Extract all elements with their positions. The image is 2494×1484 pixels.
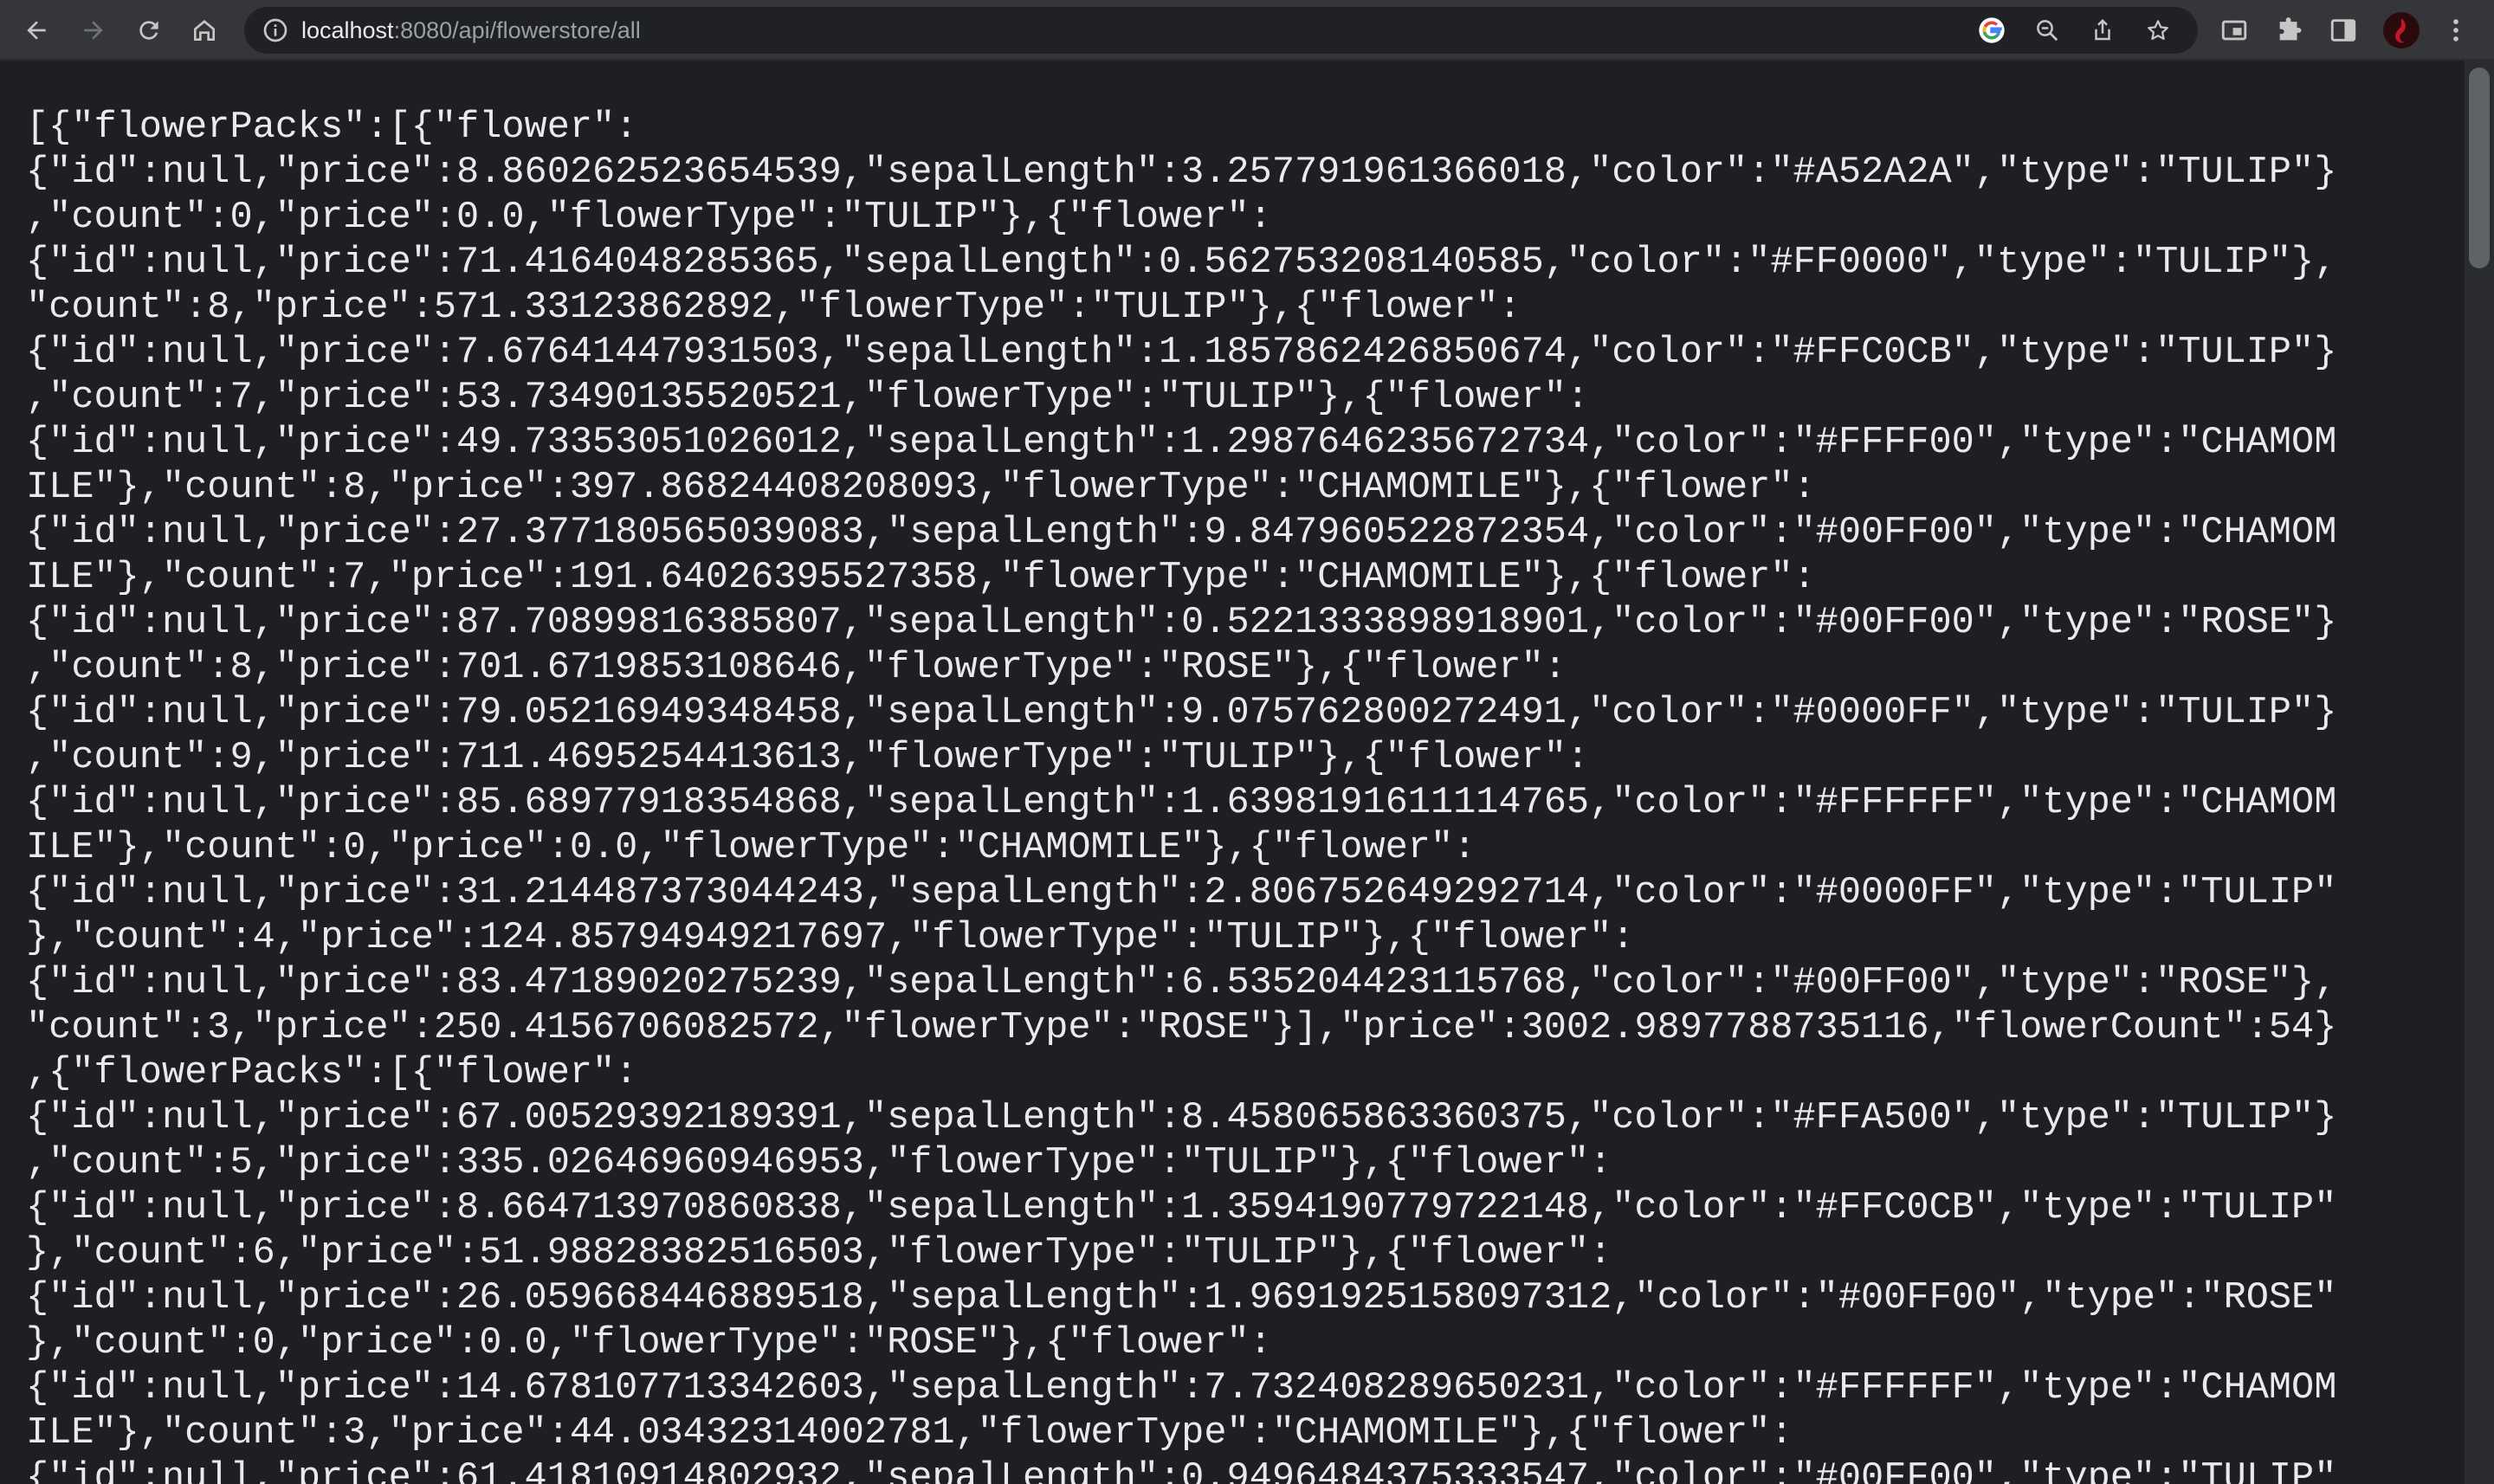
home-button[interactable] [184, 10, 225, 51]
json-line: {"id":null,"price":26.059668446889518,"s… [26, 1277, 2337, 1319]
profile-avatar-icon[interactable] [2383, 12, 2420, 48]
url-text[interactable]: localhost:8080/api/flowerstore/all [301, 7, 641, 54]
zoom-icon[interactable] [2033, 16, 2061, 44]
json-line: {"id":null,"price":7.67641447931503,"sep… [26, 332, 2337, 374]
json-line: ,"count":0,"price":0.0,"flowerType":"TUL… [26, 197, 1272, 239]
share-icon[interactable] [2089, 16, 2116, 44]
reload-icon [139, 21, 158, 40]
vertical-scrollbar[interactable] [2465, 61, 2494, 1484]
json-line: "count":8,"price":571.33123862892,"flowe… [26, 287, 1522, 329]
json-line: ILE"},"count":7,"price":191.640263955273… [26, 557, 1816, 599]
json-line: {"id":null,"price":27.377180565039083,"s… [26, 512, 2337, 554]
json-line: {"id":null,"price":61.41810914802932,"se… [26, 1457, 2337, 1484]
url-path: :8080/api/flowerstore/all [393, 17, 641, 43]
json-line: [{"flowerPacks":[{"flower": [26, 106, 638, 149]
page-content: [{"flowerPacks":[{"flower": {"id":null,"p… [0, 61, 2465, 1484]
json-line: {"id":null,"price":8.664713970860838,"se… [26, 1187, 2337, 1229]
json-line: {"id":null,"price":85.68977918354868,"se… [26, 782, 2337, 824]
scrollbar-thumb[interactable] [2469, 68, 2490, 268]
google-icon[interactable] [1978, 16, 2006, 44]
json-line: {"id":null,"price":83.47189020275239,"se… [26, 962, 2337, 1004]
json-response-text: [{"flowerPacks":[{"flower": {"id":null,"p… [26, 106, 2442, 1484]
browser-toolbar: localhost:8080/api/flowerstore/all [0, 0, 2494, 61]
info-circle-icon[interactable] [262, 16, 289, 44]
media-router-icon[interactable] [2219, 15, 2250, 46]
json-line: {"id":null,"price":71.4164048285365,"sep… [26, 242, 2337, 284]
reload-button[interactable] [128, 10, 170, 51]
json-line: {"id":null,"price":49.73353051026012,"se… [26, 422, 2337, 464]
json-line: ,"count":8,"price":701.6719853108646,"fl… [26, 647, 1567, 689]
extensions-puzzle-icon[interactable] [2274, 15, 2305, 46]
json-line: ILE"},"count":0,"price":0.0,"flowerType"… [26, 827, 1476, 869]
forward-button[interactable] [73, 10, 114, 51]
json-line: },"count":4,"price":124.85794949217697,"… [26, 917, 1635, 959]
json-line: ,"count":5,"price":335.02646960946953,"f… [26, 1142, 1612, 1184]
json-line: },"count":0,"price":0.0,"flowerType":"RO… [26, 1322, 1272, 1365]
json-line: {"id":null,"price":67.00529392189391,"se… [26, 1097, 2337, 1139]
json-line: ,{"flowerPacks":[{"flower": [26, 1052, 638, 1094]
arrow-right-icon [84, 21, 103, 40]
address-bar[interactable]: localhost:8080/api/flowerstore/all [244, 7, 2198, 54]
json-line: ,"count":9,"price":711.4695254413613,"fl… [26, 737, 1590, 779]
json-line: {"id":null,"price":14.678107713342603,"s… [26, 1367, 2337, 1410]
kebab-menu-icon[interactable] [2440, 15, 2471, 46]
json-line: {"id":null,"price":87.70899816385807,"se… [26, 602, 2337, 644]
json-line: ,"count":7,"price":53.73490135520521,"fl… [26, 377, 1590, 419]
json-line: },"count":6,"price":51.98828382516503,"f… [26, 1232, 1612, 1274]
json-line: {"id":null,"price":8.860262523654539,"se… [26, 152, 2337, 194]
bookmark-star-icon[interactable] [2144, 16, 2172, 44]
home-icon [194, 20, 215, 41]
side-panel-icon[interactable] [2328, 15, 2359, 46]
json-line: ILE"},"count":3,"price":44.0343231400278… [26, 1412, 1793, 1455]
url-host: localhost [301, 17, 394, 43]
json-line: {"id":null,"price":79.05216949348458,"se… [26, 692, 2337, 734]
back-button[interactable] [16, 10, 57, 51]
json-line: "count":3,"price":250.4156706082572,"flo… [26, 1007, 2337, 1049]
arrow-left-icon [27, 21, 46, 40]
json-line: ILE"},"count":8,"price":397.868244082080… [26, 467, 1816, 509]
json-line: {"id":null,"price":31.214487373044243,"s… [26, 872, 2337, 914]
